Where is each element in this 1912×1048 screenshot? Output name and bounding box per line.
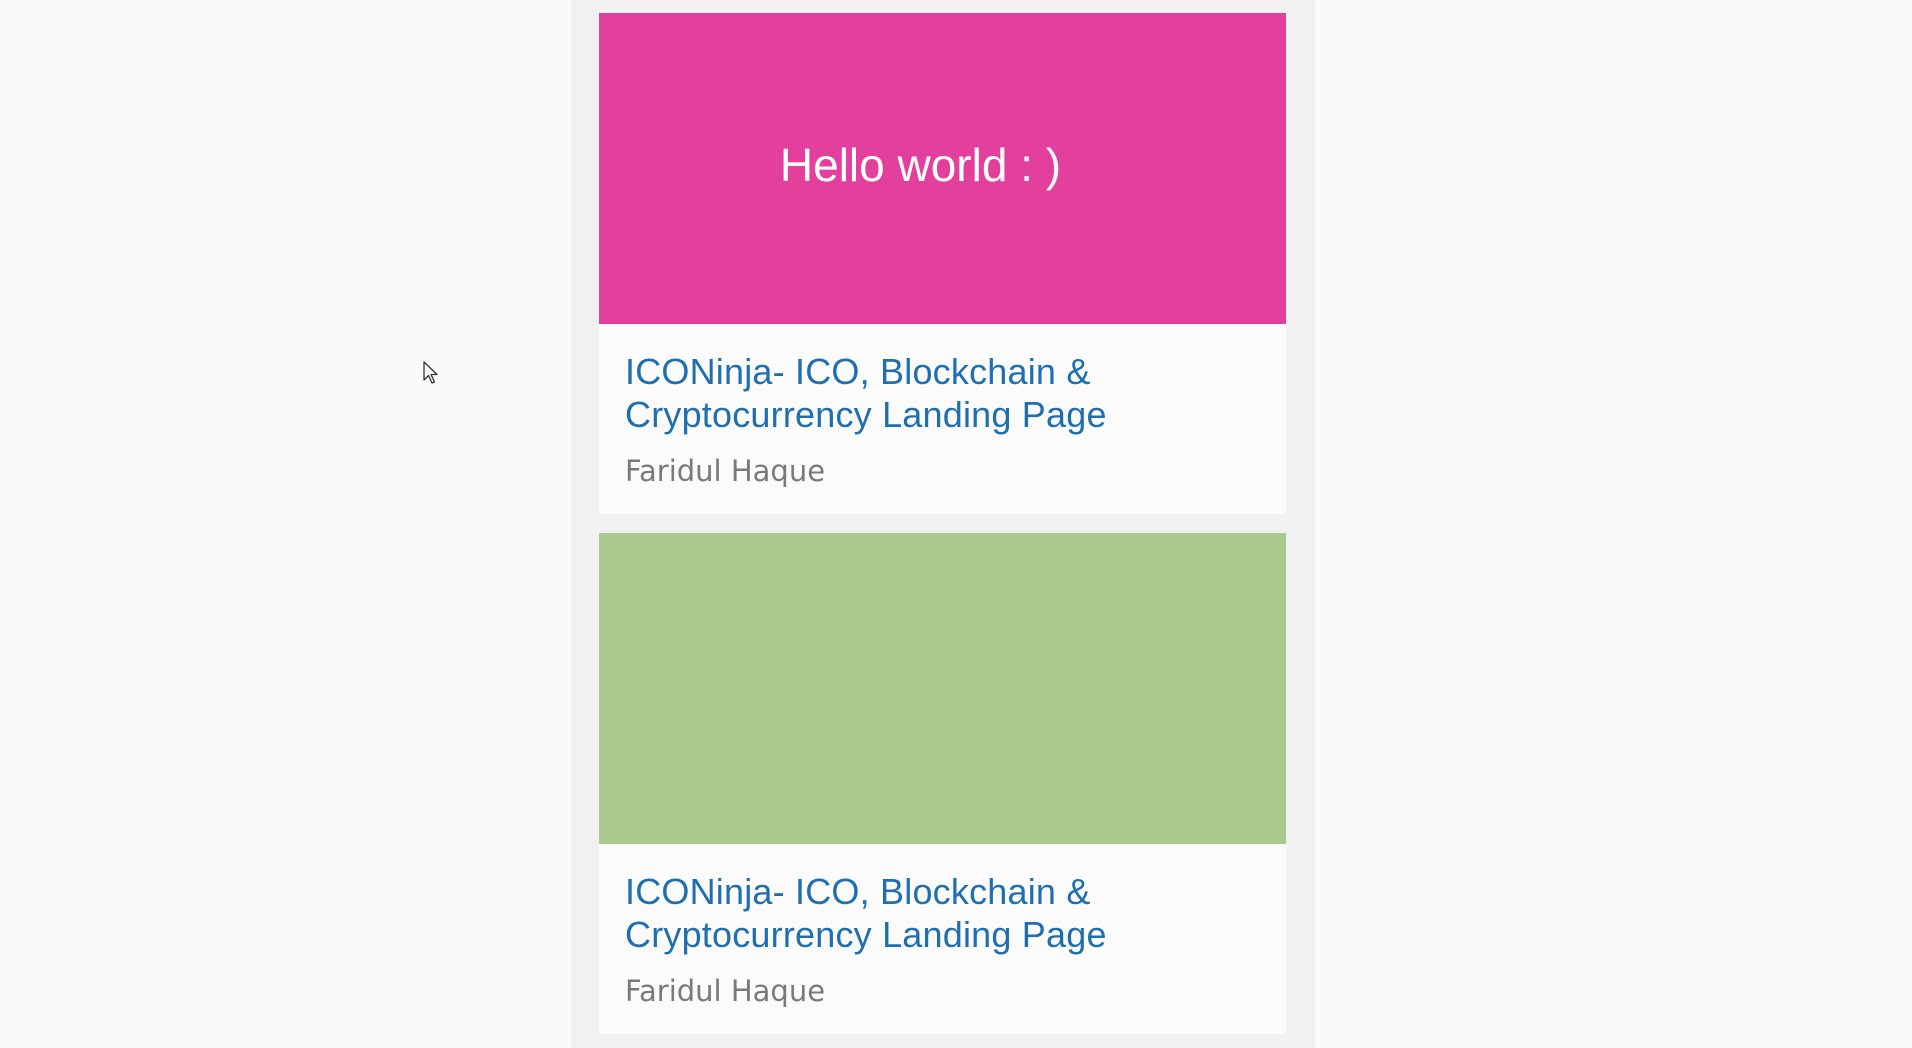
card-thumbnail[interactable]: Hello world : ) (599, 13, 1286, 324)
card-title-link[interactable]: ICONinja- ICO, Blockchain & Cryptocurren… (625, 870, 1260, 956)
product-card[interactable]: ICONinja- ICO, Blockchain & Cryptocurren… (599, 533, 1286, 1034)
product-card[interactable]: Hello world : ) ICONinja- ICO, Blockchai… (599, 13, 1286, 514)
card-author: Faridul Haque (625, 454, 826, 488)
card-body: ICONinja- ICO, Blockchain & Cryptocurren… (599, 324, 1286, 488)
thumbnail-text: Hello world : ) (779, 138, 1062, 191)
page: Hello world : ) ICONinja- ICO, Blockchai… (0, 0, 1912, 1048)
mouse-pointer-icon (423, 361, 441, 385)
card-author: Faridul Haque (625, 974, 826, 1008)
feed-column: Hello world : ) ICONinja- ICO, Blockchai… (571, 0, 1315, 1048)
card-title-link[interactable]: ICONinja- ICO, Blockchain & Cryptocurren… (625, 350, 1260, 436)
card-body: ICONinja- ICO, Blockchain & Cryptocurren… (599, 844, 1286, 1008)
card-thumbnail[interactable] (599, 533, 1286, 844)
